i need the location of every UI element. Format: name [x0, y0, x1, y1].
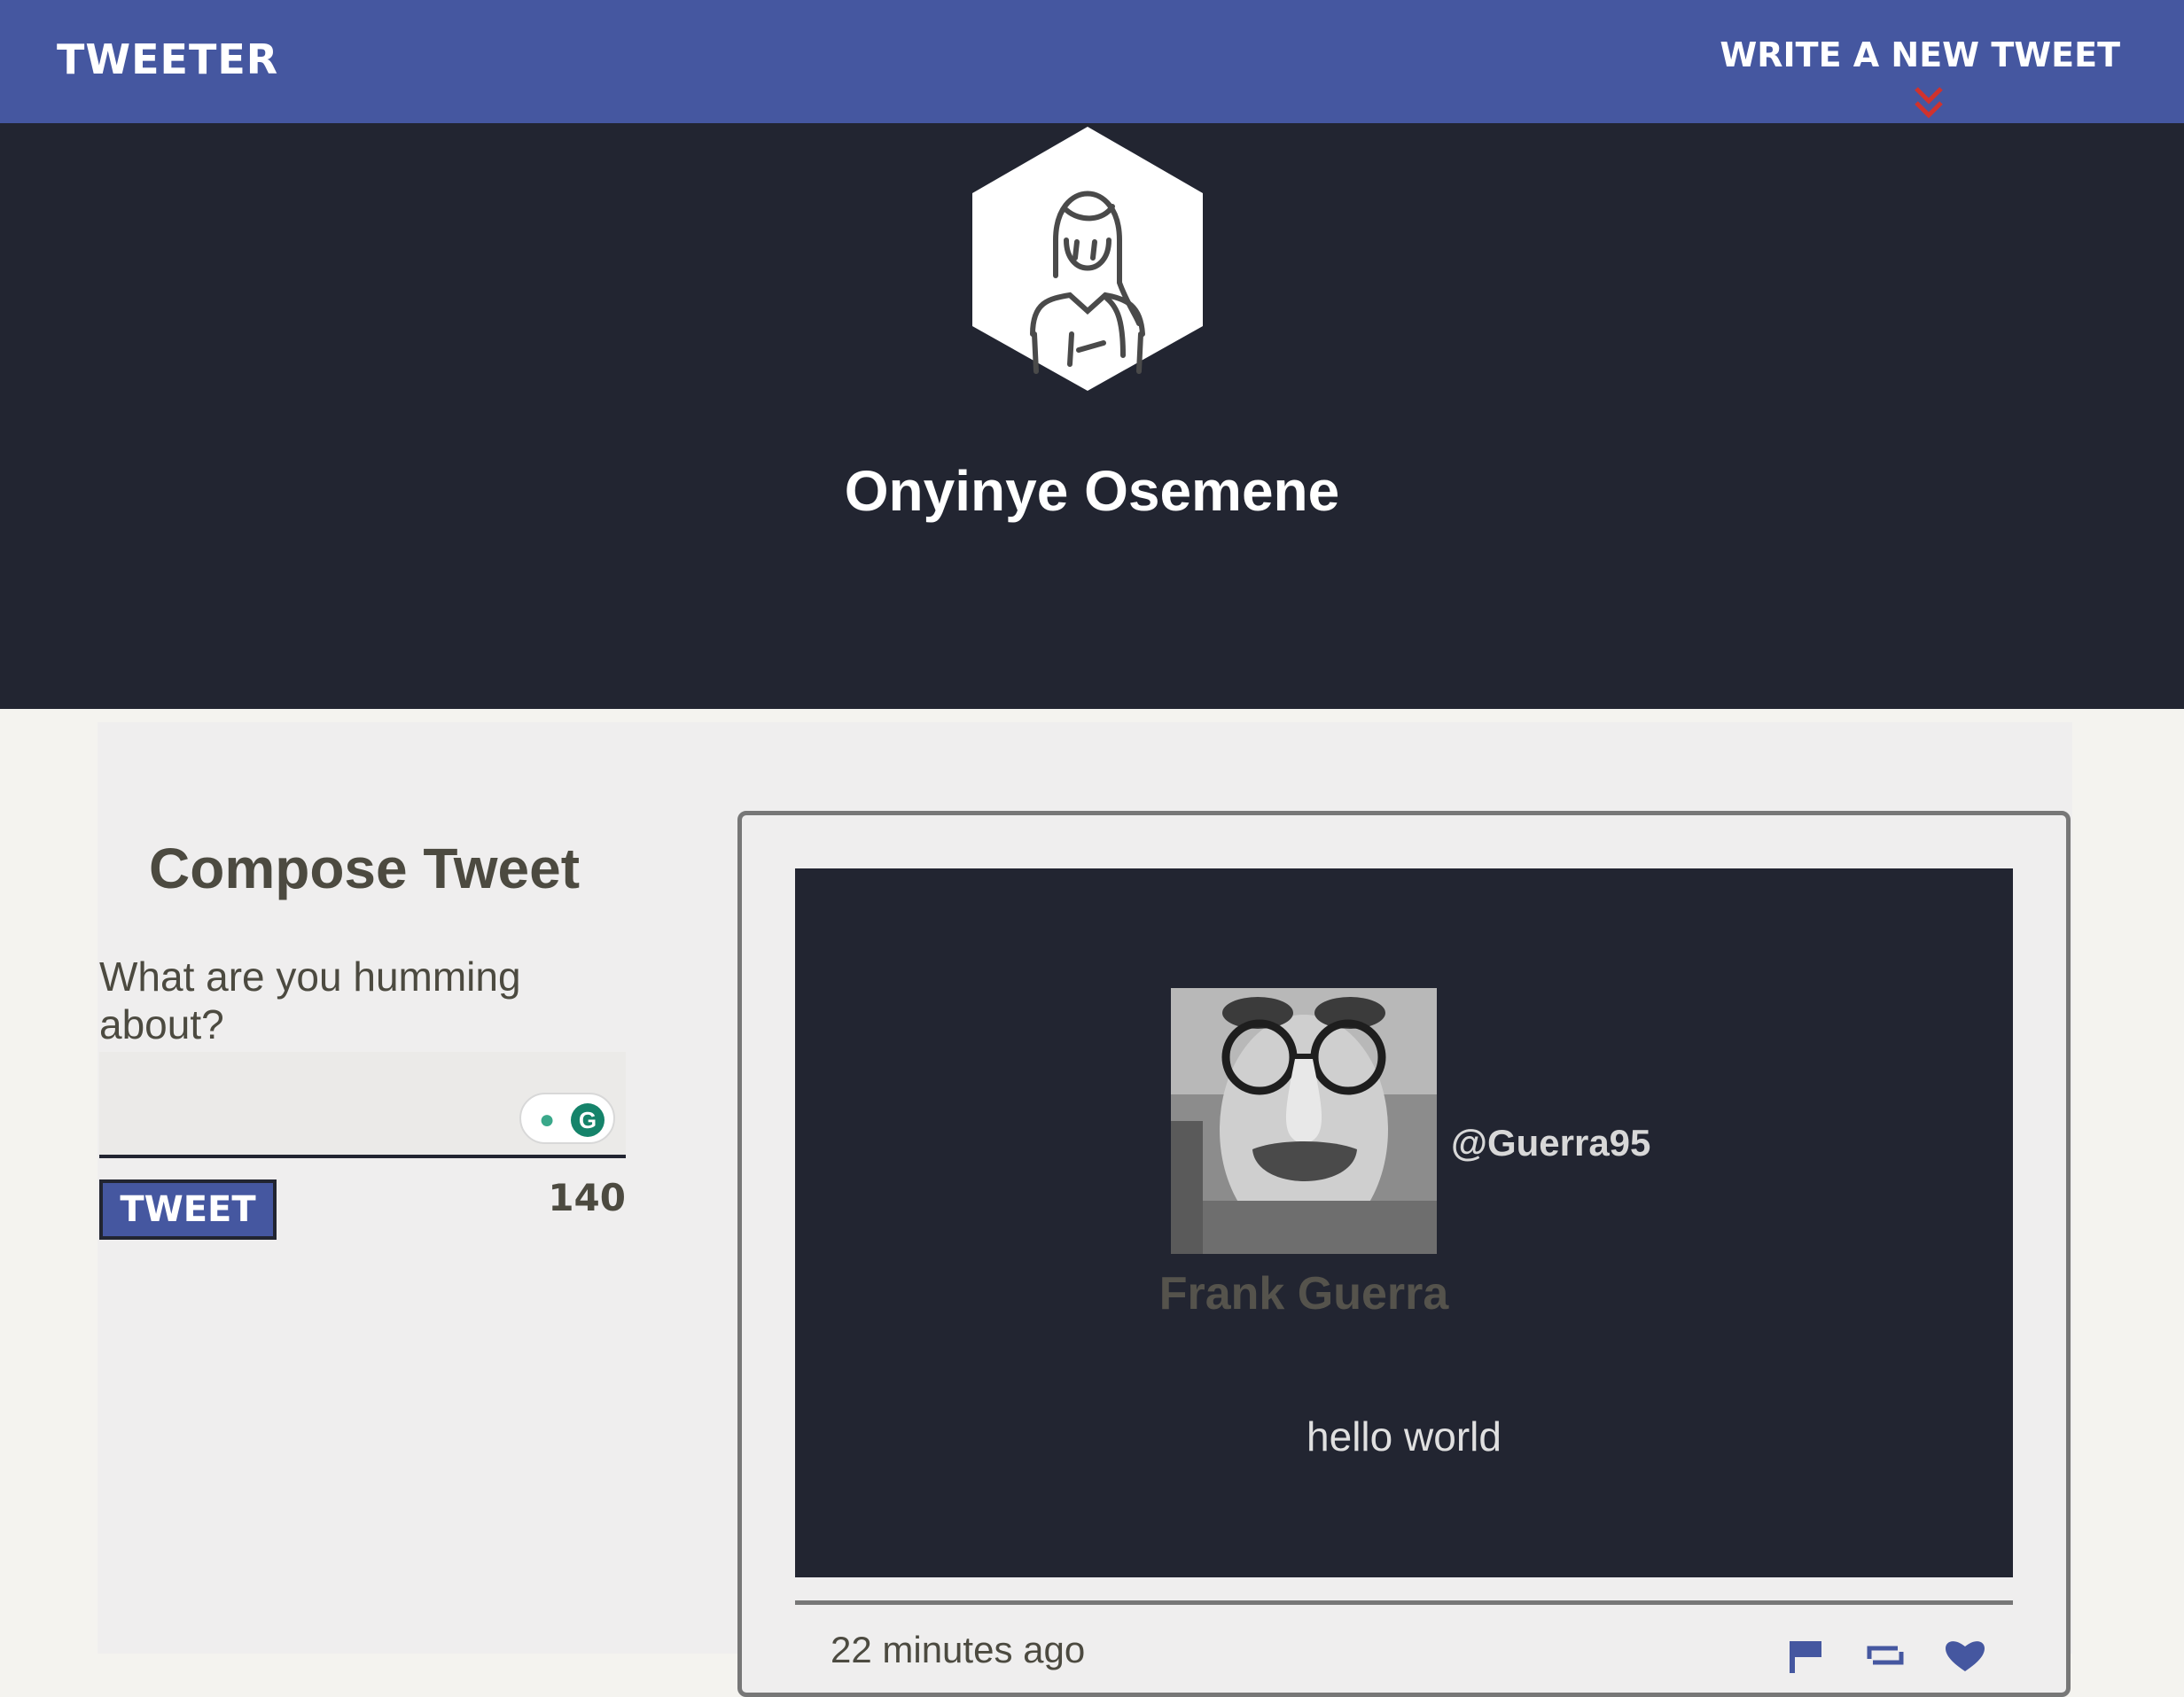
double-chevron-down-icon[interactable] [1913, 85, 1945, 121]
lightbulb-icon[interactable]: ● [530, 1103, 564, 1137]
tweet-handle: @Guerra95 [1451, 1122, 1651, 1164]
character-counter: 140 [548, 1176, 626, 1219]
user-avatar [1171, 988, 1437, 1254]
tweet-header: @Guerra95 Frank Guerra hello world [795, 868, 2013, 1577]
tweet-author-name: Frank Guerra [1158, 1268, 1449, 1319]
tweet-actions [1782, 1638, 1995, 1673]
profile-header: Onyinye Osemene [0, 123, 2184, 709]
grammarly-g-icon[interactable]: G [571, 1103, 604, 1137]
woman-outline-avatar-icon [972, 127, 1203, 391]
grammar-widget[interactable]: ● G [519, 1093, 615, 1144]
flag-icon[interactable] [1782, 1638, 1829, 1673]
write-new-tweet-link[interactable]: Write a new tweet [1720, 35, 2120, 74]
tweet-divider [795, 1600, 2013, 1605]
main-container: Compose Tweet What are you humming about… [98, 722, 2072, 1697]
profile-name: Onyinye Osemene [844, 459, 1340, 523]
tweet-content: hello world [1306, 1413, 1502, 1460]
brand-logo-text[interactable]: Tweeter [57, 35, 278, 83]
compose-prompt: What are you humming about? [99, 954, 521, 1047]
tweet-timestamp: 22 minutes ago [831, 1629, 1086, 1670]
top-nav: Tweeter Write a new tweet [0, 0, 2184, 123]
retweet-icon[interactable] [1862, 1638, 1908, 1673]
heart-icon[interactable] [1942, 1638, 1988, 1673]
tweet-card: @Guerra95 Frank Guerra hello world 22 mi… [737, 811, 2071, 1697]
tweet-submit-button[interactable]: Tweet [99, 1179, 277, 1240]
compose-title: Compose Tweet [149, 837, 580, 900]
